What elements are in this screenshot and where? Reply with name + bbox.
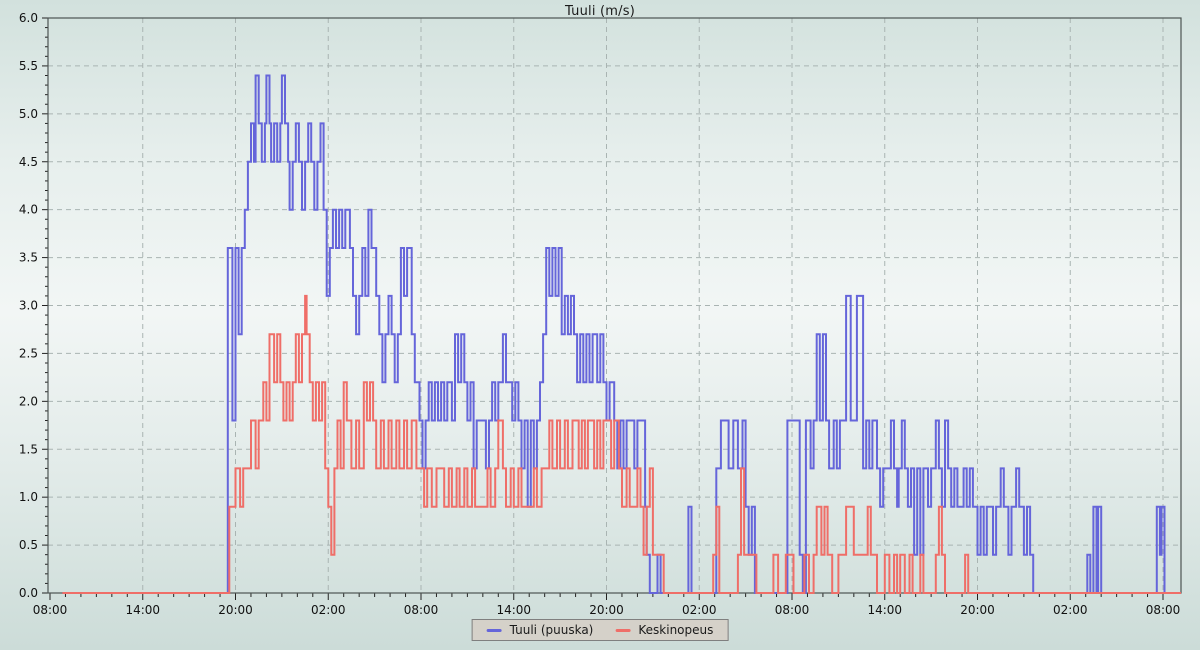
svg-text:20:00: 20:00 (218, 603, 253, 617)
svg-text:08:00: 08:00 (404, 603, 439, 617)
svg-text:14:00: 14:00 (867, 603, 902, 617)
svg-text:02:00: 02:00 (311, 603, 346, 617)
legend: Tuuli (puuska) Keskinopeus (472, 619, 729, 641)
chart-svg: 0.0 0.5 1.0 1.5 2.0 2.5 3.0 3.5 4.0 4.5 5.0 5.5 6.0 0… (0, 0, 1200, 650)
svg-text:5.5: 5.5 (19, 59, 38, 73)
svg-text:20:00: 20:00 (960, 603, 995, 617)
svg-text:2.0: 2.0 (19, 394, 38, 408)
svg-text:4.5: 4.5 (19, 155, 38, 169)
svg-text:0.0: 0.0 (19, 586, 38, 600)
svg-text:5.0: 5.0 (19, 107, 38, 121)
series-line-average (62, 296, 1181, 593)
legend-label-average: Keskinopeus (638, 623, 713, 637)
svg-text:20:00: 20:00 (589, 603, 624, 617)
legend-item-gust: Tuuli (puuska) (487, 623, 594, 637)
average-line-swatch (615, 629, 630, 632)
svg-text:6.0: 6.0 (19, 11, 38, 25)
svg-text:02:00: 02:00 (682, 603, 717, 617)
gust-line-swatch (487, 629, 502, 632)
svg-text:3.5: 3.5 (19, 251, 38, 265)
svg-text:4.0: 4.0 (19, 203, 38, 217)
svg-text:0.5: 0.5 (19, 538, 38, 552)
legend-item-average: Keskinopeus (615, 623, 713, 637)
svg-text:3.0: 3.0 (19, 299, 38, 313)
svg-text:2.5: 2.5 (19, 346, 38, 360)
svg-text:08:00: 08:00 (1146, 603, 1181, 617)
legend-label-gust: Tuuli (puuska) (510, 623, 594, 637)
svg-text:1.0: 1.0 (19, 490, 38, 504)
svg-text:08:00: 08:00 (775, 603, 810, 617)
svg-text:1.5: 1.5 (19, 442, 38, 456)
svg-text:14:00: 14:00 (125, 603, 160, 617)
svg-text:08:00: 08:00 (33, 603, 68, 617)
svg-text:02:00: 02:00 (1053, 603, 1088, 617)
svg-text:14:00: 14:00 (496, 603, 531, 617)
